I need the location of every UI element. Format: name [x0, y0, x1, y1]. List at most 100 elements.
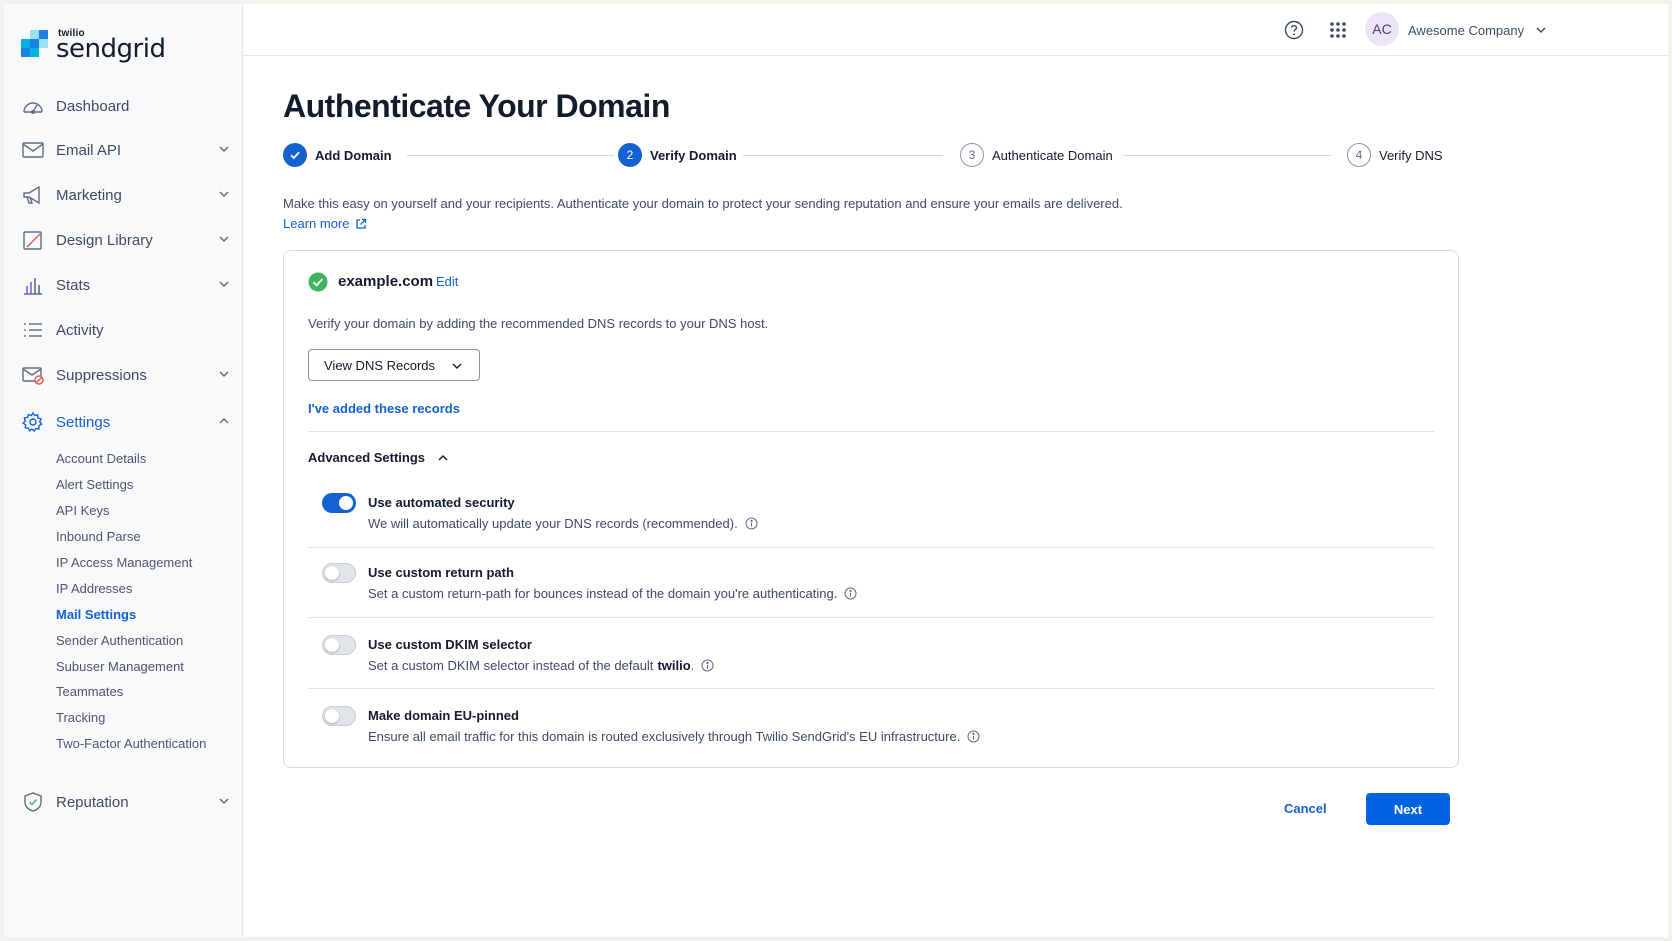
- help-icon[interactable]: [1283, 19, 1305, 41]
- app-window: twilio sendgrid Dashboard Email API Mark…: [4, 4, 1668, 937]
- sidebar-item-label: Dashboard: [56, 97, 130, 115]
- divider: [308, 688, 1434, 689]
- setting-description: We will automatically update your DNS re…: [368, 516, 758, 531]
- sidebar-item-suppressions[interactable]: Suppressions: [4, 355, 242, 395]
- sidebar-subitem-teammates[interactable]: Teammates: [56, 684, 123, 699]
- added-records-link[interactable]: I've added these records: [308, 401, 460, 416]
- step-connector: [407, 155, 614, 156]
- custom-return-path-toggle[interactable]: [322, 563, 356, 583]
- sidebar-subitem-ip-access-management[interactable]: IP Access Management: [56, 555, 192, 570]
- company-name[interactable]: Awesome Company: [1408, 23, 1524, 38]
- setting-title: Make domain EU-pinned: [368, 708, 519, 723]
- advanced-settings-title: Advanced Settings: [308, 450, 426, 465]
- advanced-settings-toggle[interactable]: Advanced Settings: [308, 450, 449, 465]
- setting-automated-security: Use automated security We will automatic…: [322, 493, 1422, 543]
- info-icon[interactable]: [967, 730, 980, 743]
- step-connector: [743, 155, 943, 156]
- domain-name: example.com: [338, 273, 434, 290]
- step-label: Verify Domain: [650, 147, 737, 163]
- chevron-up-icon: [219, 417, 229, 424]
- sidebar-subitem-account-details[interactable]: Account Details: [56, 451, 146, 466]
- sidebar-subitem-sender-authentication[interactable]: Sender Authentication: [56, 633, 183, 648]
- external-link-icon: [356, 218, 367, 229]
- sidebar-item-label: Settings: [56, 413, 111, 431]
- step-label: Verify DNS: [1379, 147, 1443, 163]
- cancel-button[interactable]: Cancel: [1284, 801, 1327, 816]
- divider: [308, 547, 1434, 548]
- step-authenticate-domain[interactable]: 3 Authenticate Domain: [960, 142, 1113, 168]
- sidebar-subitem-alert-settings[interactable]: Alert Settings: [56, 477, 133, 492]
- setting-custom-dkim-selector: Use custom DKIM selector Set a custom DK…: [322, 635, 1422, 685]
- custom-dkim-selector-toggle[interactable]: [322, 635, 356, 655]
- chevron-down-icon: [219, 236, 229, 243]
- automated-security-toggle[interactable]: [322, 493, 356, 513]
- sidebar-item-dashboard[interactable]: Dashboard: [4, 86, 242, 126]
- sidebar-subitem-two-factor-authentication[interactable]: Two-Factor Authentication: [56, 736, 206, 751]
- step-connector: [1123, 155, 1331, 156]
- info-icon[interactable]: [701, 659, 714, 672]
- sidebar-item-label: Stats: [56, 276, 91, 294]
- shield-icon: [24, 792, 42, 812]
- sidebar-item-label: Suppressions: [56, 366, 147, 384]
- avatar[interactable]: AC: [1365, 12, 1399, 46]
- sidebar-item-design-library[interactable]: Design Library: [4, 220, 242, 260]
- sidebar-item-label: Email API: [56, 141, 122, 159]
- verify-instructions: Verify your domain by adding the recomme…: [308, 316, 769, 331]
- success-check-icon: [308, 272, 328, 292]
- setting-description: Set a custom DKIM selector instead of th…: [368, 658, 714, 673]
- step-verify-domain[interactable]: 2 Verify Domain: [618, 142, 737, 168]
- setting-description: Set a custom return-path for bounces ins…: [368, 586, 857, 601]
- step-label: Add Domain: [315, 147, 392, 163]
- sidebar-subitem-inbound-parse[interactable]: Inbound Parse: [56, 529, 141, 544]
- step-number: 3: [960, 143, 984, 167]
- activity-icon: [24, 323, 42, 337]
- eu-pinned-toggle[interactable]: [322, 706, 356, 726]
- sidebar: twilio sendgrid Dashboard Email API Mark…: [4, 4, 243, 937]
- edit-domain-link[interactable]: Edit: [436, 274, 458, 289]
- sidebar-item-activity[interactable]: Activity: [4, 310, 242, 350]
- sidebar-item-marketing[interactable]: Marketing: [4, 175, 242, 215]
- chevron-down-icon: [219, 146, 229, 153]
- sidebar-item-settings[interactable]: Settings: [4, 402, 242, 442]
- chevron-down-icon[interactable]: [1535, 24, 1547, 36]
- setting-title: Use custom return path: [368, 565, 514, 580]
- divider: [308, 431, 1434, 432]
- chevron-down-icon: [219, 371, 229, 378]
- step-label: Authenticate Domain: [992, 147, 1113, 163]
- sidebar-subitem-ip-addresses[interactable]: IP Addresses: [56, 581, 132, 596]
- sidebar-item-email-api[interactable]: Email API: [4, 130, 242, 170]
- chevron-down-icon: [219, 798, 229, 805]
- next-button[interactable]: Next: [1366, 793, 1450, 825]
- domain-card: example.com Edit Verify your domain by a…: [283, 250, 1459, 768]
- view-dns-records-label: View DNS Records: [324, 357, 436, 373]
- learn-more-link[interactable]: Learn more: [283, 216, 367, 231]
- info-icon[interactable]: [745, 517, 758, 530]
- sidebar-item-stats[interactable]: Stats: [4, 265, 242, 305]
- suppressions-icon: [22, 367, 44, 385]
- sidebar-item-label: Activity: [56, 321, 104, 339]
- apps-grid-icon[interactable]: [1327, 19, 1349, 41]
- sidebar-subitem-mail-settings[interactable]: Mail Settings: [56, 607, 136, 622]
- stats-icon: [24, 278, 42, 295]
- info-icon[interactable]: [844, 587, 857, 600]
- setting-description: Ensure all email traffic for this domain…: [368, 729, 980, 744]
- sendgrid-logo[interactable]: twilio sendgrid: [21, 26, 166, 66]
- step-add-domain[interactable]: Add Domain: [283, 142, 392, 168]
- logo-text-big: sendgrid: [56, 34, 166, 64]
- sidebar-subitem-subuser-management[interactable]: Subuser Management: [56, 659, 184, 674]
- view-dns-records-button[interactable]: View DNS Records: [308, 349, 480, 381]
- intro-text: Make this easy on yourself and your reci…: [283, 196, 1123, 211]
- sidebar-subitem-tracking[interactable]: Tracking: [56, 710, 105, 725]
- sidebar-item-label: Marketing: [56, 186, 122, 204]
- dashboard-icon: [23, 102, 43, 114]
- sidebar-subitem-api-keys[interactable]: API Keys: [56, 503, 109, 518]
- learn-more-label: Learn more: [283, 216, 350, 231]
- divider: [308, 617, 1434, 618]
- setting-title: Use automated security: [368, 495, 515, 510]
- gear-icon: [22, 411, 43, 433]
- step-verify-dns[interactable]: 4 Verify DNS: [1347, 142, 1443, 168]
- chevron-down-icon: [219, 191, 229, 198]
- step-number: 2: [618, 143, 642, 167]
- sidebar-item-reputation[interactable]: Reputation: [4, 782, 242, 822]
- chevron-down-icon: [452, 363, 462, 369]
